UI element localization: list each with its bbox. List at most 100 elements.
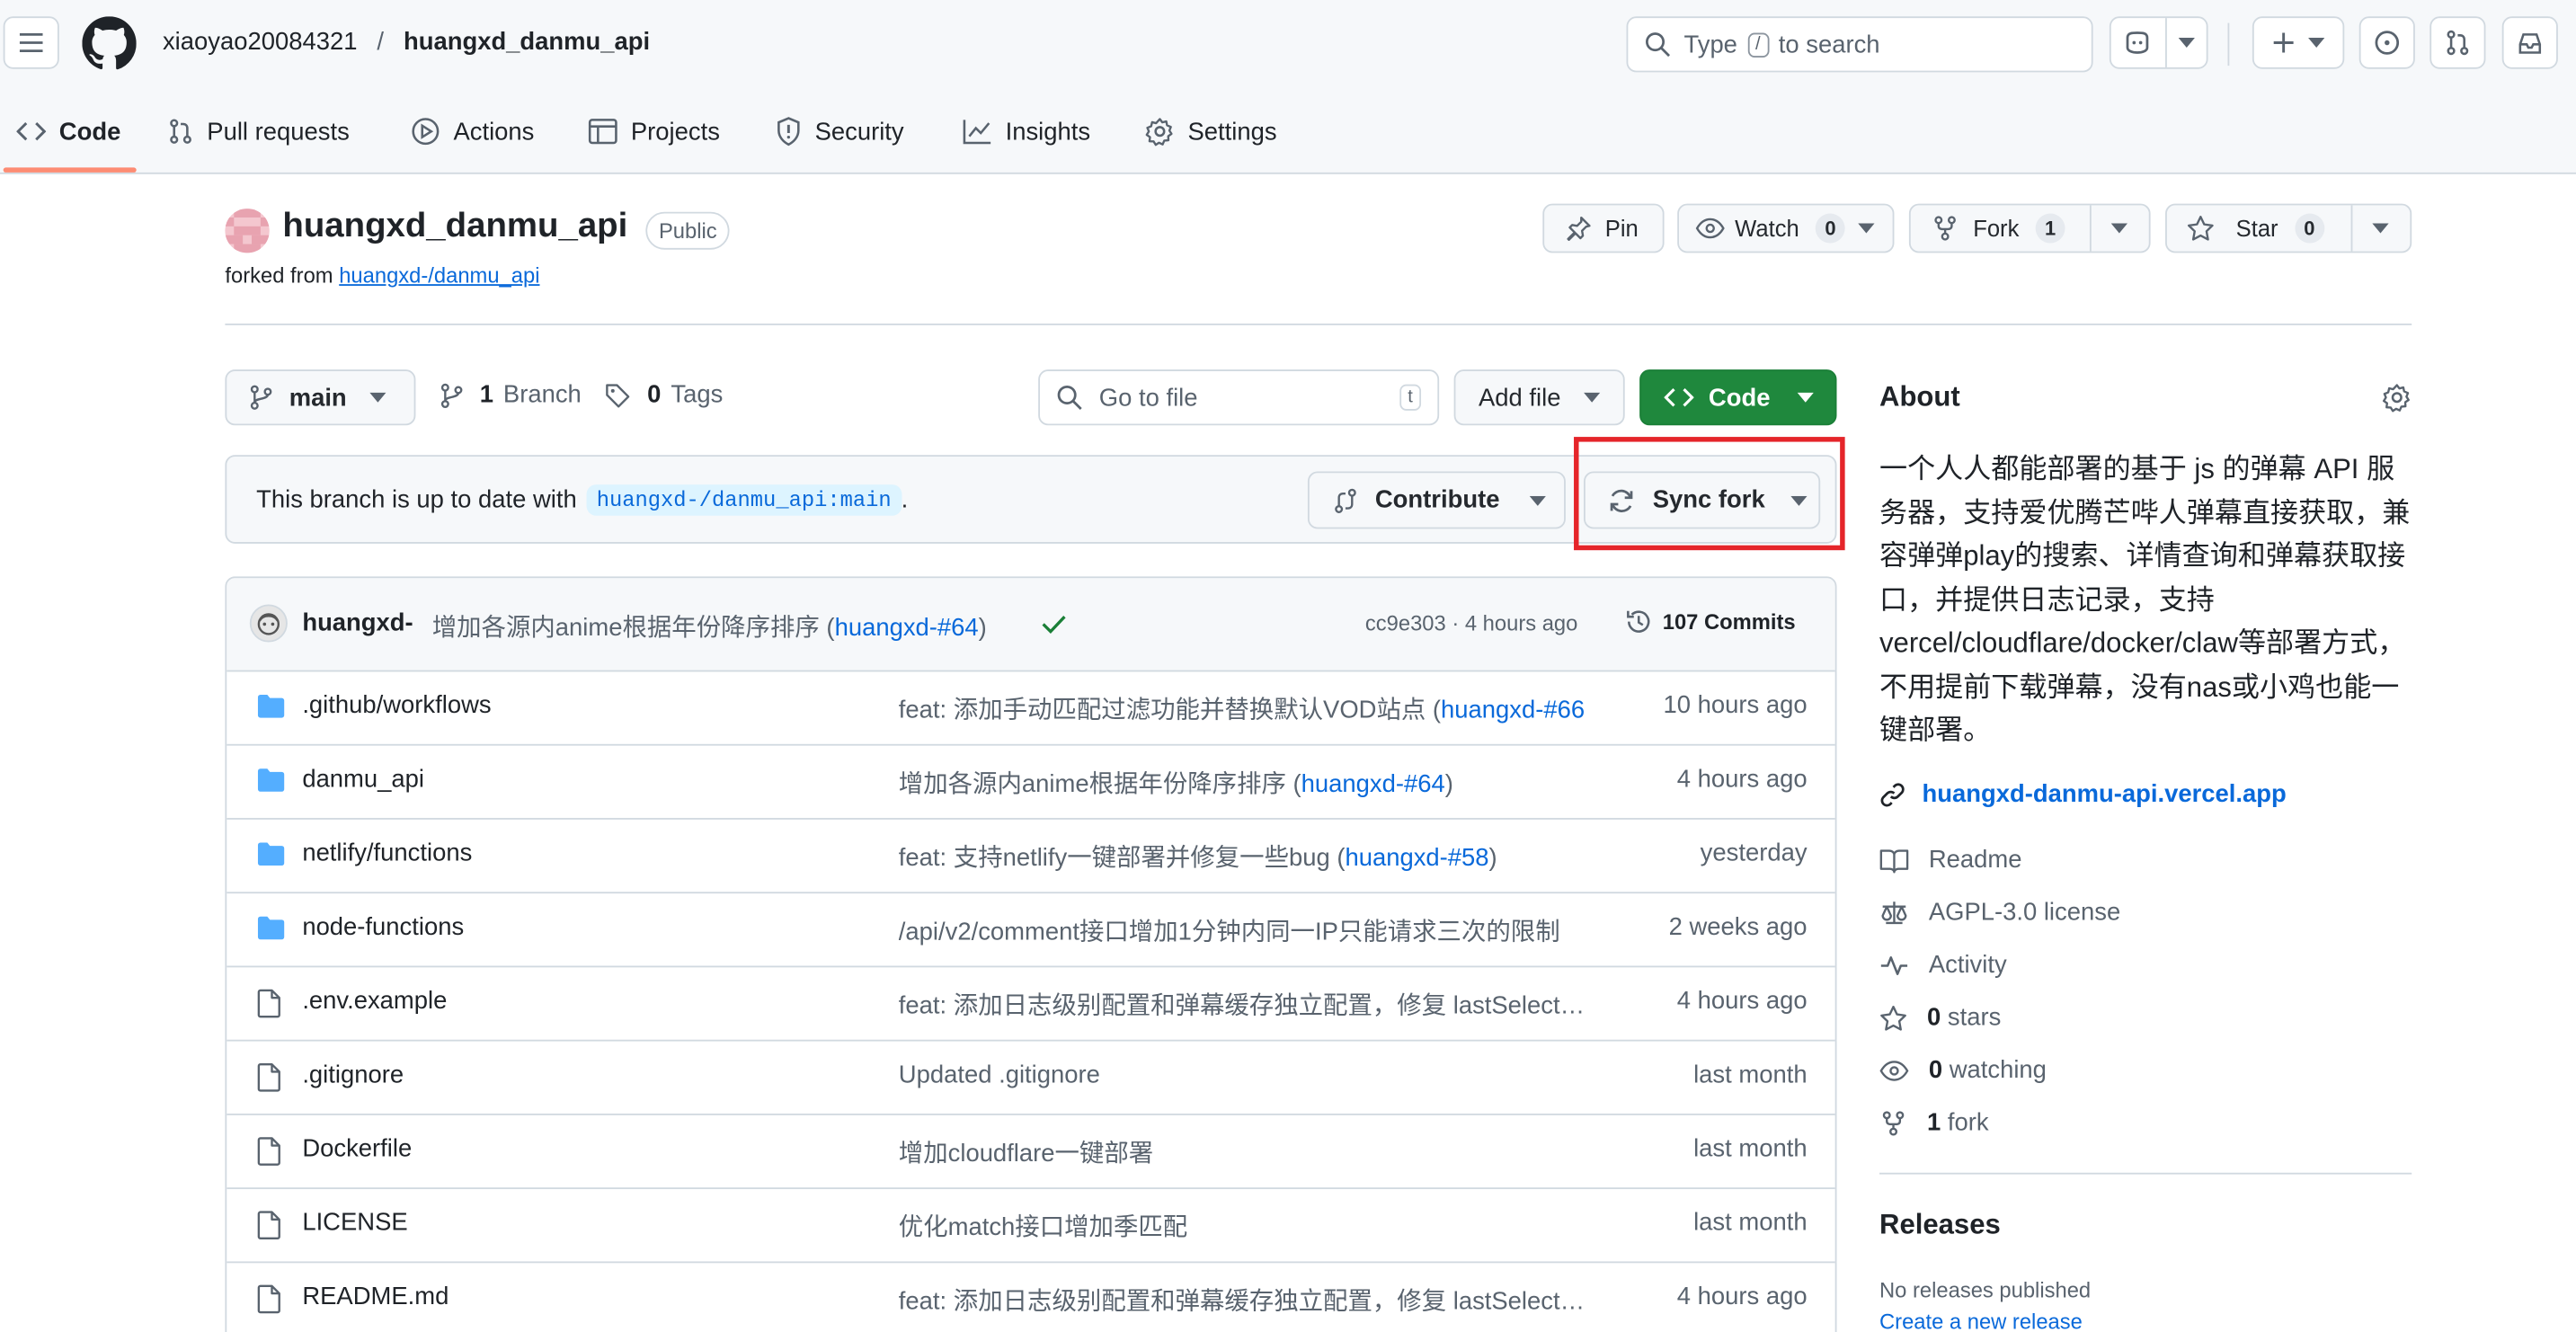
commit-author[interactable]: huangxd- (302, 609, 413, 637)
file-name[interactable]: Dockerfile (302, 1135, 412, 1163)
readme-link[interactable]: Readme (1879, 846, 2021, 874)
file-commit-pr-link[interactable]: huangxd-#58 (1345, 844, 1488, 872)
file-row[interactable]: netlify/functions feat: 支持netlify一键部署并修复一… (227, 818, 1835, 892)
breadcrumb-repo[interactable]: huangxd_danmu_api (404, 28, 650, 56)
forked-from-link[interactable]: huangxd-/danmu_api (339, 262, 539, 287)
pin-button[interactable]: Pin (1542, 203, 1665, 253)
stars-word: stars (1947, 1003, 2002, 1032)
search-placeholder-rest: to search (1778, 30, 1880, 58)
commits-link[interactable]: 107 Commits (1625, 608, 1796, 635)
branches-link[interactable]: 1 Branch (440, 381, 582, 409)
inbox-button[interactable] (2501, 16, 2558, 69)
create-release-link[interactable]: Create a new release (1879, 1309, 2083, 1332)
commit-message[interactable]: 增加各源内anime根据年份降序排序 ( (432, 614, 835, 642)
file-commit-text: 优化match接口增加季匹配 (898, 1213, 1188, 1242)
file-row[interactable]: node-functions/api/v2/comment接口增加1分钟内同一I… (227, 892, 1835, 965)
watching-link[interactable]: 0 watching (1879, 1056, 2047, 1084)
chevron-down-icon (2352, 223, 2411, 234)
file-row[interactable]: .env.example feat: 添加日志级别配置和弹幕缓存独立配置，修复 l… (227, 965, 1835, 1040)
file-commit-message[interactable]: /api/v2/comment接口增加1分钟内同一IP只能请求三次的限制 (899, 913, 1589, 947)
tab-security-label: Security (814, 117, 904, 146)
file-row[interactable]: Dockerfile 增加cloudflare一键部署 last month (227, 1113, 1835, 1187)
file-row[interactable]: danmu_api 增加各源内anime根据年份降序排序 (huangxd-#64… (227, 743, 1835, 818)
branch-name: main (289, 383, 347, 412)
about-description: 一个人人都能部署的基于 js 的弹幕 API 服务器，支持爱优腾芒哔人弹幕直接获… (1879, 453, 2411, 746)
copilot-button[interactable] (2109, 16, 2208, 69)
file-row[interactable]: README.md feat: 添加日志级别配置和弹幕缓存独立配置，修复 last… (227, 1261, 1835, 1332)
file-name[interactable]: LICENSE (302, 1209, 407, 1237)
tab-code[interactable]: Code (16, 102, 120, 161)
breadcrumb-owner[interactable]: xiaoyao20084321 (163, 28, 358, 56)
forks-link[interactable]: 1 fork (1879, 1108, 1989, 1137)
watch-button[interactable]: Watch 0 (1677, 203, 1895, 253)
file-name[interactable]: README.md (302, 1283, 449, 1310)
search-input[interactable]: Type / to search (1626, 16, 2093, 73)
commit-sha-time[interactable]: cc9e303 · 4 hours ago (1365, 611, 1577, 635)
releases-title[interactable]: Releases (1879, 1209, 2001, 1242)
pin-icon (1566, 215, 1592, 241)
fork-button[interactable]: Fork 1 (1908, 203, 2151, 253)
about-settings-button[interactable] (2382, 383, 2412, 413)
tags-link[interactable]: 0 Tags (605, 381, 723, 409)
chevron-down-icon (2308, 38, 2325, 48)
file-commit-pr-link[interactable]: huangxd-#66 (1441, 697, 1585, 724)
file-name[interactable]: netlify/functions (302, 839, 472, 867)
branch-select[interactable]: main (225, 369, 416, 426)
shield-icon (776, 117, 802, 147)
issue-opened-icon (2374, 30, 2400, 56)
repo-forked-icon (1933, 215, 1957, 241)
file-commit-message[interactable]: 优化match接口增加季匹配 (899, 1209, 1589, 1243)
code-button[interactable]: Code (1639, 369, 1837, 426)
file-name[interactable]: .env.example (302, 987, 447, 1015)
file-name[interactable]: danmu_api (302, 766, 424, 794)
file-commit-message[interactable]: Updated .gitignore (899, 1061, 1589, 1089)
tab-settings[interactable]: Settings (1145, 102, 1277, 161)
create-new-button[interactable] (2252, 16, 2345, 69)
tab-projects[interactable]: Projects (588, 102, 720, 161)
commit-pr-link[interactable]: huangxd-#64 (835, 614, 979, 642)
file-commit-message[interactable]: feat: 添加日志级别配置和弹幕缓存独立配置，修复 lastSelectMap (899, 987, 1589, 1021)
file-commit-time: 4 hours ago (1676, 765, 1808, 794)
sync-fork-highlight (1574, 437, 1845, 551)
contribute-button[interactable]: Contribute (1307, 471, 1566, 529)
pull-requests-button[interactable] (2429, 16, 2486, 69)
tab-actions[interactable]: Actions (411, 102, 534, 161)
file-commit-text: /api/v2/comment接口增加1分钟内同一IP只能请求三次的限制 (898, 918, 1560, 946)
file-commit-text: feat: 支持netlify一键部署并修复一些bug ( (898, 844, 1346, 873)
file-row[interactable]: LICENSE 优化match接口增加季匹配 last month (227, 1187, 1835, 1261)
stars-link[interactable]: 0 stars (1879, 1004, 2001, 1032)
github-logo[interactable] (82, 16, 137, 78)
file-commit-message[interactable]: 增加cloudflare一键部署 (899, 1135, 1589, 1169)
issues-button[interactable] (2358, 16, 2415, 69)
tab-code-underline (3, 167, 137, 173)
file-row[interactable]: .github/workflows feat: 添加手动匹配过滤功能并替换默认VO… (227, 670, 1835, 744)
fork-status-ref[interactable]: huangxd-/danmu_api:main (586, 484, 902, 516)
file-row[interactable]: .gitignore Updated .gitignore last month (227, 1039, 1835, 1114)
file-commit-time: 10 hours ago (1663, 691, 1808, 720)
file-commit-pr-link[interactable]: huangxd-#64 (1301, 770, 1445, 798)
file-commit-message[interactable]: feat: 添加日志级别配置和弹幕缓存独立配置，修复 lastSelectMap (899, 1283, 1589, 1317)
file-commit-message[interactable]: 增加各源内anime根据年份降序排序 (huangxd-#64) (899, 766, 1589, 800)
website-link[interactable]: huangxd-danmu-api.vercel.app (1879, 780, 2287, 808)
chevron-down-icon (2167, 38, 2207, 48)
gear-icon (1145, 117, 1175, 147)
activity-link[interactable]: Activity (1879, 951, 2007, 979)
file-name[interactable]: node-functions (302, 913, 464, 941)
tab-security[interactable]: Security (776, 102, 904, 161)
search-icon (1645, 31, 1671, 58)
license-link[interactable]: AGPL-3.0 license (1879, 899, 2120, 927)
menu-button[interactable] (3, 16, 59, 69)
file-commit-message[interactable]: feat: 添加手动匹配过滤功能并替换默认VOD站点 (huangxd-#66 (899, 691, 1589, 725)
folder-icon (256, 915, 286, 941)
tab-insights[interactable]: Insights (963, 102, 1090, 161)
tab-pull-requests[interactable]: Pull requests (167, 102, 350, 161)
file-name[interactable]: .gitignore (302, 1061, 404, 1089)
fork-status-period: . (901, 485, 909, 514)
file-commit-text: feat: 添加日志级别配置和弹幕缓存独立配置，修复 lastSelectMap (898, 991, 1589, 1020)
repo-title[interactable]: huangxd_danmu_api (282, 207, 627, 246)
file-name[interactable]: .github/workflows (302, 691, 491, 719)
add-file-button[interactable]: Add file (1453, 369, 1625, 426)
star-button[interactable]: Star 0 (2165, 203, 2412, 253)
go-to-file-input[interactable]: Go to file t (1038, 369, 1440, 426)
file-commit-message[interactable]: feat: 支持netlify一键部署并修复一些bug (huangxd-#58… (899, 839, 1589, 874)
